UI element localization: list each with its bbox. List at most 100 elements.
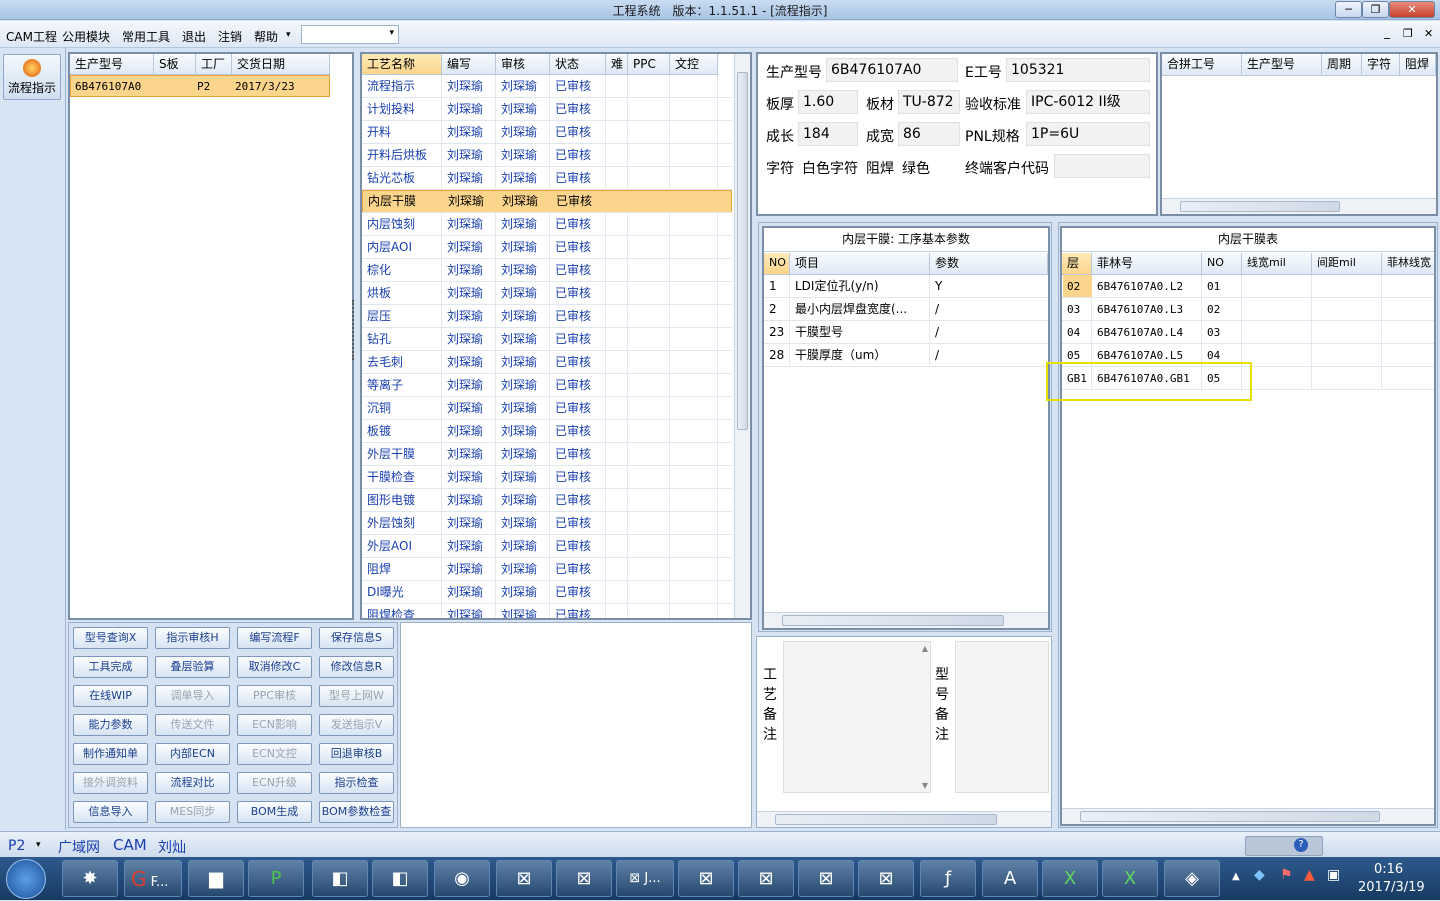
- save-icon[interactable]: ▆: [188, 860, 244, 897]
- thickness-field[interactable]: 1.60: [798, 90, 858, 114]
- table-row[interactable]: 钻光芯板 刘琛瑜 刘琛瑜 已审核: [362, 167, 732, 190]
- table-row[interactable]: 图形电镀 刘琛瑜 刘琛瑜 已审核: [362, 489, 732, 512]
- tray-app-icon[interactable]: ◆: [1254, 867, 1265, 883]
- table-row[interactable]: 钻孔 刘琛瑜 刘琛瑜 已审核: [362, 328, 732, 351]
- function-button[interactable]: 取消修改C: [237, 656, 312, 678]
- col-writer[interactable]: 编写: [442, 54, 496, 75]
- table-row[interactable]: 板镀 刘琛瑜 刘琛瑜 已审核: [362, 420, 732, 443]
- taskbar-app-text[interactable]: A: [982, 860, 1038, 897]
- table-row[interactable]: 计划投料 刘琛瑜 刘琛瑜 已审核: [362, 98, 732, 121]
- tray-warning-icon[interactable]: ▲: [1304, 867, 1315, 883]
- film-hscroll[interactable]: [1062, 808, 1434, 824]
- excel-icon[interactable]: X: [1102, 860, 1158, 897]
- function-button[interactable]: 流程对比: [155, 772, 230, 794]
- factory-selector[interactable]: P2: [8, 838, 25, 854]
- col-delivery[interactable]: 交货日期: [232, 54, 330, 75]
- table-row[interactable]: 棕化 刘琛瑜 刘琛瑜 已审核: [362, 259, 732, 282]
- taskbar-win-3[interactable]: ⊠: [678, 860, 734, 897]
- function-button[interactable]: 保存信息S: [319, 627, 394, 649]
- function-button[interactable]: 工具完成: [73, 656, 148, 678]
- table-row[interactable]: 外层AOI 刘琛瑜 刘琛瑜 已审核: [362, 535, 732, 558]
- taskbar-app-1[interactable]: ✸: [62, 860, 118, 897]
- clock-time[interactable]: 0:16: [1374, 862, 1403, 877]
- taskbar-app-doc2[interactable]: ◧: [372, 860, 428, 897]
- width-field[interactable]: 86: [898, 122, 960, 146]
- process-scrollbar[interactable]: [734, 54, 750, 618]
- film-col-header[interactable]: NO: [1202, 253, 1242, 275]
- scroll-thumb[interactable]: [775, 814, 997, 825]
- tray-flag-icon[interactable]: ⚑: [1280, 867, 1293, 883]
- function-button[interactable]: 编写流程F: [237, 627, 312, 649]
- function-button[interactable]: PPC审核: [237, 685, 312, 707]
- function-button[interactable]: 内部ECN: [155, 743, 230, 765]
- table-row[interactable]: 内层AOI 刘琛瑜 刘琛瑜 已审核: [362, 236, 732, 259]
- col-sboard[interactable]: S板: [154, 54, 196, 75]
- table-row[interactable]: 烘板 刘琛瑜 刘琛瑜 已审核: [362, 282, 732, 305]
- taskbar-app-f[interactable]: G F...: [124, 860, 182, 897]
- mdi-close-icon[interactable]: ✕: [1424, 27, 1433, 40]
- scroll-thumb[interactable]: [782, 615, 1004, 626]
- function-button[interactable]: 型号上网W: [319, 685, 394, 707]
- col-status[interactable]: 状态: [550, 54, 606, 75]
- function-button[interactable]: MES同步: [155, 801, 230, 823]
- scroll-up-icon[interactable]: ▲: [922, 644, 928, 653]
- function-button[interactable]: ECN影响: [237, 714, 312, 736]
- excel-icon[interactable]: X: [1042, 860, 1098, 897]
- merge-hscroll[interactable]: [1162, 198, 1436, 214]
- length-field[interactable]: 184: [798, 122, 858, 146]
- taskbar-win-2[interactable]: ⊠: [556, 860, 612, 897]
- table-row[interactable]: 干膜检查 刘琛瑜 刘琛瑜 已审核: [362, 466, 732, 489]
- language-bar[interactable]: ?: [1245, 836, 1323, 856]
- menu-common-tools[interactable]: 常用工具: [122, 28, 170, 45]
- table-row[interactable]: 流程指示 刘琛瑜 刘琛瑜 已审核: [362, 75, 732, 98]
- function-button[interactable]: 型号查询X: [73, 627, 148, 649]
- material-field[interactable]: TU-872 S: [898, 90, 960, 114]
- menu-help[interactable]: 帮助: [254, 28, 278, 45]
- function-button[interactable]: BOM生成: [237, 801, 312, 823]
- taskbar-app-net[interactable]: ◈: [1164, 860, 1220, 897]
- film-col-header[interactable]: 间距mil: [1312, 253, 1382, 275]
- params-hscroll[interactable]: [764, 612, 1048, 628]
- model-note-textarea[interactable]: [955, 641, 1049, 793]
- scroll-thumb[interactable]: [737, 72, 748, 430]
- taskbar-win-j[interactable]: ⊠ J...: [616, 860, 674, 897]
- table-row[interactable]: 沉铜 刘琛瑜 刘琛瑜 已审核: [362, 397, 732, 420]
- model-field[interactable]: 6B476107A0: [826, 58, 958, 82]
- table-row[interactable]: 外层干膜 刘琛瑜 刘琛瑜 已审核: [362, 443, 732, 466]
- col-process-name[interactable]: 工艺名称: [362, 54, 442, 75]
- taskbar-app-f2[interactable]: ƒ: [920, 860, 976, 897]
- table-row[interactable]: 开料后烘板 刘琛瑜 刘琛瑜 已审核: [362, 144, 732, 167]
- start-button[interactable]: [6, 859, 46, 899]
- table-row[interactable]: 6B476107A0 P2 2017/3/23: [70, 75, 330, 97]
- help-icon[interactable]: ?: [1294, 838, 1308, 852]
- table-row[interactable]: 阻焊 刘琛瑜 刘琛瑜 已审核: [362, 558, 732, 581]
- table-row[interactable]: 内层干膜 刘琛瑜 刘琛瑜 已审核: [362, 190, 732, 213]
- table-row[interactable]: 外层蚀刻 刘琛瑜 刘琛瑜 已审核: [362, 512, 732, 535]
- function-button[interactable]: 指示审核H: [155, 627, 230, 649]
- standard-field[interactable]: IPC-6012 II级: [1026, 90, 1150, 114]
- taskbar-app-doc1[interactable]: ◧: [312, 860, 368, 897]
- function-button[interactable]: 信息导入: [73, 801, 148, 823]
- function-button[interactable]: 发送指示V: [319, 714, 394, 736]
- table-row[interactable]: 层压 刘琛瑜 刘琛瑜 已审核: [362, 305, 732, 328]
- function-button[interactable]: 调单导入: [155, 685, 230, 707]
- film-col-header[interactable]: 线宽mil: [1242, 253, 1312, 275]
- clock-date[interactable]: 2017/3/19: [1358, 880, 1425, 895]
- process-note-textarea[interactable]: ▲ ▼: [783, 641, 931, 793]
- function-button[interactable]: 回退审核B: [319, 743, 394, 765]
- process-instruction-button[interactable]: 流程指示: [3, 54, 61, 100]
- col-factory[interactable]: 工厂: [196, 54, 232, 75]
- scroll-thumb[interactable]: [1080, 811, 1380, 822]
- minimize-button[interactable]: ─: [1335, 1, 1362, 18]
- function-button[interactable]: 指示检查: [319, 772, 394, 794]
- function-button[interactable]: 制作通知单: [73, 743, 148, 765]
- menu-logout[interactable]: 注销: [218, 28, 242, 45]
- menu-combo[interactable]: ▾: [301, 25, 399, 44]
- table-row[interactable]: 去毛刺 刘琛瑜 刘琛瑜 已审核: [362, 351, 732, 374]
- eno-field[interactable]: 105321: [1006, 58, 1150, 82]
- splitter-handle[interactable]: [352, 300, 356, 360]
- col-model[interactable]: 生产型号: [70, 54, 154, 75]
- function-button[interactable]: 接外调资料: [73, 772, 148, 794]
- function-button[interactable]: 在线WIP: [73, 685, 148, 707]
- function-button[interactable]: 修改信息R: [319, 656, 394, 678]
